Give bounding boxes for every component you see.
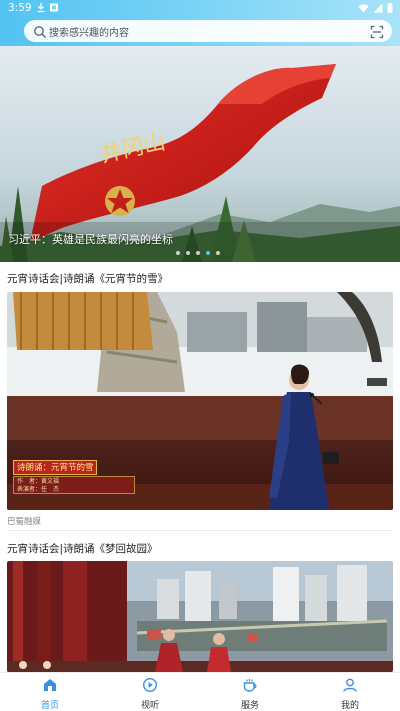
article-source: 巴蜀融媒 <box>7 517 42 527</box>
cup-icon <box>242 677 258 693</box>
home-icon <box>42 677 58 693</box>
nav-label: 首页 <box>40 701 59 711</box>
user-icon <box>342 677 358 693</box>
search-bar[interactable]: 搜索感兴趣的内容 <box>24 20 392 42</box>
article-thumbnail[interactable]: 诗朗诵：元宵节的雪 作 者：黄文福 表演者：任 杰 <box>7 292 393 510</box>
nav-label: 视听 <box>140 701 159 711</box>
article-thumbnail[interactable] <box>7 561 393 672</box>
scan-icon[interactable] <box>370 24 384 39</box>
video-overlay-credits: 作 者：黄文福 表演者：任 杰 <box>13 476 135 494</box>
banner-caption: 习近平：英雄是民族最闪亮的坐标 <box>8 233 173 246</box>
search-icon <box>33 24 47 39</box>
notification-icon <box>49 2 59 16</box>
article-title[interactable]: 元宵诗话会|诗朗诵《梦回故园》 <box>7 541 158 556</box>
article-card-2[interactable]: 元宵诗话会|诗朗诵《梦回故园》 <box>0 532 400 672</box>
signal-icon <box>373 3 383 16</box>
divider <box>7 530 393 531</box>
carousel-dot-active[interactable] <box>206 251 210 255</box>
header: 3:59 搜索感兴趣的内容 <box>0 0 400 46</box>
carousel-dot[interactable] <box>186 251 190 255</box>
carousel-dot[interactable] <box>196 251 200 255</box>
play-icon <box>142 677 158 693</box>
banner-image: 井冈山 <box>0 46 400 262</box>
app-root: 3:59 搜索感兴趣的内容 井冈山 习近平：英雄是民族最闪亮的坐标 元宵诗话会|… <box>0 0 400 711</box>
carousel-dot[interactable] <box>216 251 220 255</box>
battery-icon <box>387 3 393 16</box>
carousel-indicator <box>176 251 220 255</box>
article-title[interactable]: 元宵诗话会|诗朗诵《元宵节的雪》 <box>7 271 168 286</box>
status-bar: 3:59 <box>0 0 400 16</box>
wifi-icon <box>358 3 369 16</box>
nav-item-service[interactable]: 服务 <box>220 677 280 711</box>
status-right-icons <box>358 3 393 16</box>
download-icon <box>36 2 46 16</box>
status-time: 3:59 <box>8 2 32 14</box>
nav-label: 服务 <box>240 701 259 711</box>
nav-item-media[interactable]: 视听 <box>120 677 180 711</box>
credit-author: 作 者：黄文福 <box>17 478 60 485</box>
nav-item-home[interactable]: 首页 <box>20 677 80 711</box>
article-card-1[interactable]: 元宵诗话会|诗朗诵《元宵节的雪》 诗朗诵：元宵节的雪 作 者：黄文福 表演者：任… <box>0 262 400 532</box>
banner-carousel[interactable]: 井冈山 习近平：英雄是民族最闪亮的坐标 <box>0 46 400 262</box>
bottom-navigation: 首页 视听 服务 我的 <box>0 672 400 711</box>
nav-label: 我的 <box>340 701 359 711</box>
nav-item-profile[interactable]: 我的 <box>320 677 380 711</box>
search-placeholder: 搜索感兴趣的内容 <box>49 28 129 39</box>
video-overlay-title: 诗朗诵：元宵节的雪 <box>13 460 97 475</box>
credit-performer: 表演者：任 杰 <box>17 486 60 493</box>
video-frame-image <box>7 561 393 672</box>
carousel-dot[interactable] <box>176 251 180 255</box>
